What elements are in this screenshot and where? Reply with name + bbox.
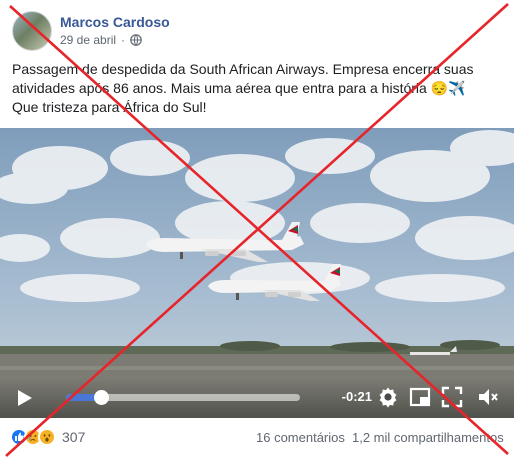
post-date[interactable]: 29 de abril bbox=[60, 32, 116, 48]
video-player[interactable]: -0:21 bbox=[0, 128, 514, 418]
post-subline: 29 de abril · bbox=[60, 32, 170, 48]
share-count[interactable]: 1,2 mil compartilhamentos bbox=[352, 430, 504, 445]
video-controls: -0:21 bbox=[0, 378, 514, 418]
progress-bar[interactable] bbox=[66, 390, 300, 405]
post-text-line: Passagem de despedida da South African A… bbox=[12, 61, 474, 77]
video-frame bbox=[0, 128, 514, 418]
post-header: Marcos Cardoso 29 de abril · bbox=[12, 10, 170, 52]
globe-icon[interactable] bbox=[130, 34, 142, 46]
post-text-line: atividades após 86 anos. Mais uma aérea … bbox=[12, 80, 466, 96]
volume-icon[interactable] bbox=[476, 385, 500, 409]
reaction-count[interactable]: 307 bbox=[62, 429, 85, 445]
comment-count[interactable]: 16 comentários bbox=[256, 430, 345, 445]
time-remaining: -0:21 bbox=[341, 389, 372, 404]
fullscreen-icon[interactable] bbox=[440, 385, 464, 409]
reaction-summary[interactable]: 307 bbox=[10, 428, 85, 446]
post-footer: 307 16 comentários 1,2 mil compartilhame… bbox=[0, 418, 514, 458]
pip-icon[interactable] bbox=[408, 385, 432, 409]
post-meta: Marcos Cardoso 29 de abril · bbox=[60, 14, 170, 48]
post-text-line: Que tristeza para África do Sul! bbox=[12, 99, 207, 115]
post-text: Passagem de despedida da South African A… bbox=[12, 60, 502, 117]
settings-icon[interactable] bbox=[376, 385, 400, 409]
author-name[interactable]: Marcos Cardoso bbox=[60, 14, 170, 31]
separator-dot: · bbox=[121, 33, 126, 47]
avatar[interactable] bbox=[12, 11, 52, 51]
progress-handle[interactable] bbox=[94, 390, 110, 405]
wow-icon bbox=[38, 428, 56, 446]
play-icon[interactable] bbox=[14, 388, 34, 408]
